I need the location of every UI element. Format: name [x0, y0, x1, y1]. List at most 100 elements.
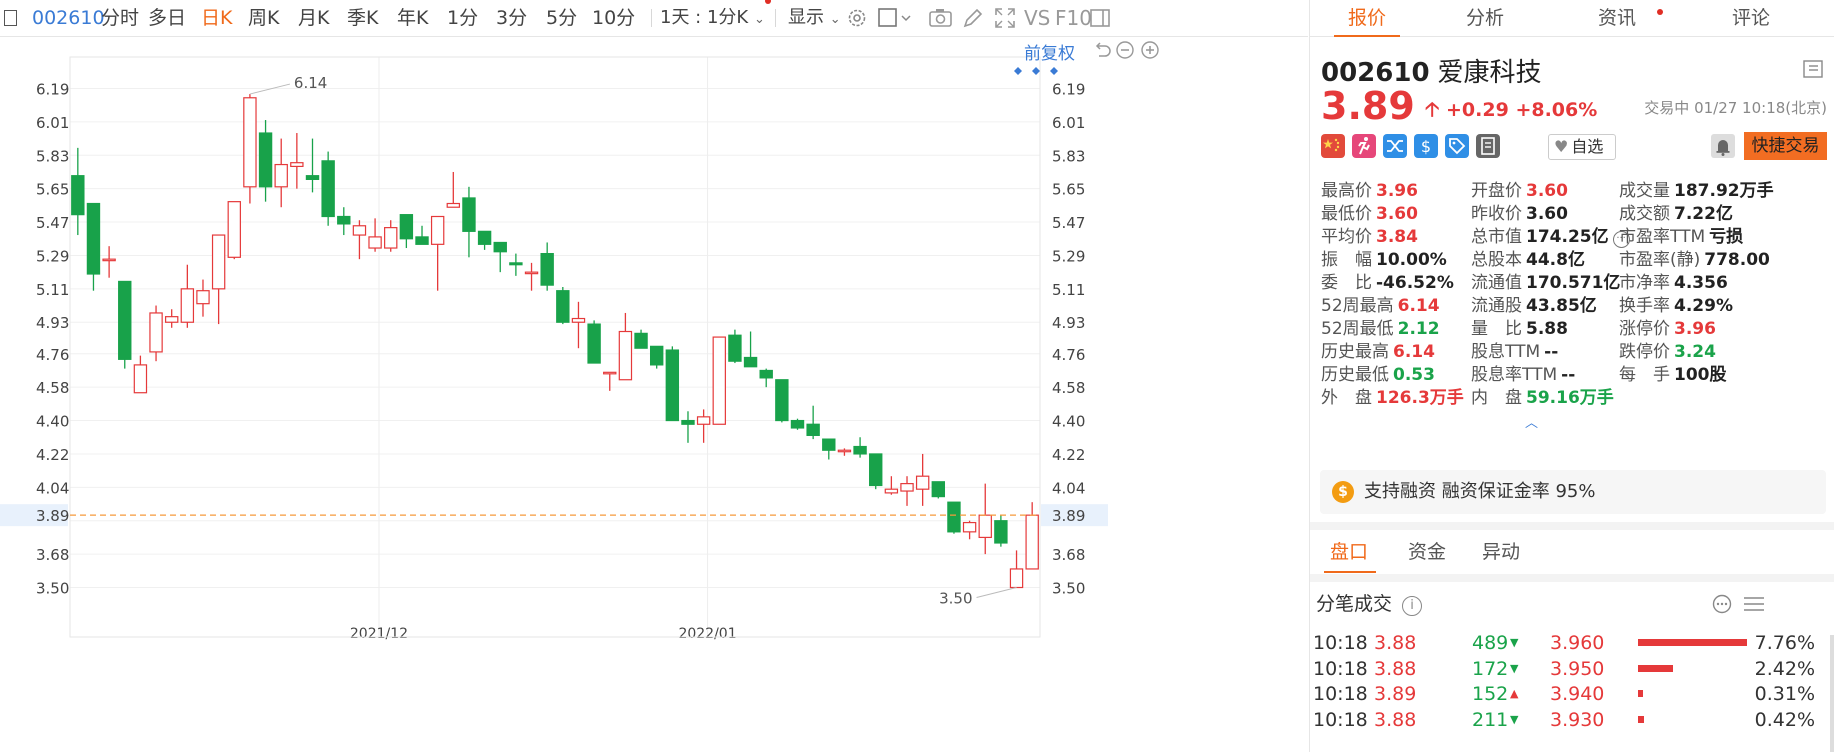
y-axis-tick-right: 4.04 [1052, 479, 1085, 497]
tab-capital-flow[interactable]: 资金 [1408, 530, 1446, 574]
candle-down [822, 438, 836, 460]
candle-up [900, 476, 914, 506]
period-tab-fenshi[interactable]: 分时 [101, 0, 139, 36]
quote-stat-value: 6.14 [1397, 296, 1440, 316]
tab-comments[interactable]: 评论 [1694, 0, 1808, 36]
f10-button[interactable]: F10 [1055, 0, 1092, 36]
candle-body [321, 160, 335, 218]
candle-body [1025, 514, 1039, 570]
alert-bell-icon[interactable] [1711, 134, 1735, 158]
period-tab-3min[interactable]: 3分 [496, 0, 527, 36]
kline-chart-svg[interactable]: 6.19 6.19 6.01 6.01 5.83 5.83 5.65 5.65 5.47 5.47… [0, 37, 1308, 752]
quick-trade-button[interactable]: 快捷交易 [1744, 132, 1827, 160]
period-tab-weekly-k[interactable]: 周K [248, 0, 279, 36]
coin-icon: $ [1332, 481, 1354, 503]
pencil-draw-icon[interactable] [961, 6, 985, 30]
kline-chart[interactable]: 6.19 6.19 6.01 6.01 5.83 5.83 5.65 5.65 5.47 5.47… [0, 37, 1308, 752]
dollar-icon[interactable]: $ [1414, 134, 1438, 158]
quote-stat-label: 涨停价 [1619, 319, 1670, 339]
more-icon[interactable] [1712, 594, 1732, 614]
quote-stat-value: -46.52% [1376, 273, 1454, 293]
candle-down [399, 214, 414, 249]
quote-stat-label: 市盈率(静) [1619, 250, 1701, 270]
y-axis-tick-left: 5.83 [36, 147, 69, 165]
add-watchlist-button[interactable]: ♥ 自选 [1548, 134, 1616, 160]
candle-body [587, 323, 601, 364]
candle-down [305, 138, 320, 193]
indicator-square-icon[interactable] [876, 6, 914, 30]
candle-body [493, 241, 507, 253]
candle-down [728, 329, 742, 364]
x-axis-date-label: 2021/12 [350, 626, 408, 642]
fullscreen-icon[interactable] [993, 6, 1017, 30]
quote-stat-label: 换手率 [1619, 296, 1670, 316]
candle-down [86, 202, 101, 291]
news-badge-dot [1657, 9, 1663, 15]
candle-body [227, 201, 241, 258]
tab-analysis[interactable]: 分析 [1428, 0, 1542, 36]
tab-quote[interactable]: 报价 [1310, 0, 1424, 37]
list-view-icon[interactable] [1742, 594, 1766, 614]
stock-code-label[interactable]: 002610 [32, 0, 105, 36]
tag-icon[interactable] [1445, 134, 1469, 158]
quote-stat-value: 43.85亿 [1526, 296, 1597, 316]
period-tab-daily-k[interactable]: 日K [201, 0, 232, 36]
quote-stat-label: 52周最高 [1321, 296, 1394, 316]
period-tab-quarterly-k[interactable]: 季K [347, 0, 378, 36]
change-amount: +0.29 [1446, 99, 1509, 121]
display-menu[interactable]: 显示 ⌄ [788, 0, 841, 36]
tab-orderbook[interactable]: 盘口 [1330, 530, 1368, 574]
quote-stat-label: 最低价 [1321, 204, 1372, 224]
candle-body [258, 132, 273, 188]
info-icon[interactable]: i [1402, 596, 1423, 616]
candle-down [649, 345, 664, 369]
undo-icon[interactable] [1092, 40, 1112, 60]
period-tab-5min[interactable]: 5分 [546, 0, 577, 36]
tab-anomaly[interactable]: 异动 [1482, 530, 1520, 574]
tick-price: 3.88 [1374, 708, 1417, 731]
notes-icon[interactable] [1476, 134, 1500, 158]
period-tab-10min[interactable]: 10分 [592, 0, 635, 36]
candle-body [102, 258, 116, 262]
period-tab-duori[interactable]: 多日 [148, 0, 186, 36]
candle-up [712, 336, 726, 425]
period-tab-yearly-k[interactable]: 年K [397, 0, 428, 36]
zoom-in-icon[interactable] [1140, 40, 1160, 60]
compare-vs-button[interactable]: VS [1024, 0, 1050, 36]
shuffle-icon[interactable] [1383, 134, 1407, 158]
interval-select[interactable]: 1天 : 1分K ⌄ [660, 0, 765, 36]
tab-news[interactable]: 资讯 [1560, 0, 1674, 36]
forward-adjust-toggle[interactable]: 前复权 [1024, 39, 1075, 64]
candle-body [133, 364, 148, 394]
period-tab-monthly-k[interactable]: 月K [298, 0, 329, 36]
runner-icon[interactable] [1352, 134, 1376, 158]
candle-up [1025, 502, 1039, 570]
candle-up [571, 301, 586, 349]
period-tab-1min[interactable]: 1分 [447, 0, 478, 36]
candle-up [446, 171, 461, 208]
collapse-chevron-up-icon[interactable]: ︿ [1525, 412, 1538, 431]
quote-stat-value: 0.53 [1393, 365, 1435, 385]
sidebar-toggle-icon[interactable] [4, 0, 17, 36]
camera-icon[interactable] [928, 6, 954, 30]
up-arrow-icon: 🡡 [1425, 97, 1440, 121]
more-options-icon[interactable] [1012, 65, 1072, 77]
candle-down [540, 242, 554, 291]
margin-financing-banner[interactable]: $ 支持融资 融资保证金率 95% [1320, 470, 1826, 514]
quote-stat-label: 总市值 [1471, 227, 1522, 247]
current-price-axis-label: 3.89 [1052, 507, 1085, 525]
scrollbar[interactable] [1830, 635, 1834, 752]
y-axis-tick-right: 6.19 [1052, 81, 1085, 99]
quote-stat-value: 170.571亿 [1526, 273, 1621, 293]
candle-down [759, 368, 773, 388]
china-flag-icon[interactable] [1321, 134, 1345, 158]
sidebar-collapse-icon[interactable] [1088, 6, 1112, 30]
candle-body [430, 215, 445, 245]
stock-name: 爱康科技 [1437, 58, 1542, 88]
settings-gear-icon[interactable] [845, 6, 869, 30]
zoom-out-icon[interactable] [1115, 40, 1135, 60]
candle-body [947, 501, 961, 533]
candle-down [790, 418, 805, 430]
margin-financing-text: 支持融资 融资保证金率 95% [1364, 481, 1596, 502]
detail-list-icon[interactable] [1803, 60, 1823, 78]
